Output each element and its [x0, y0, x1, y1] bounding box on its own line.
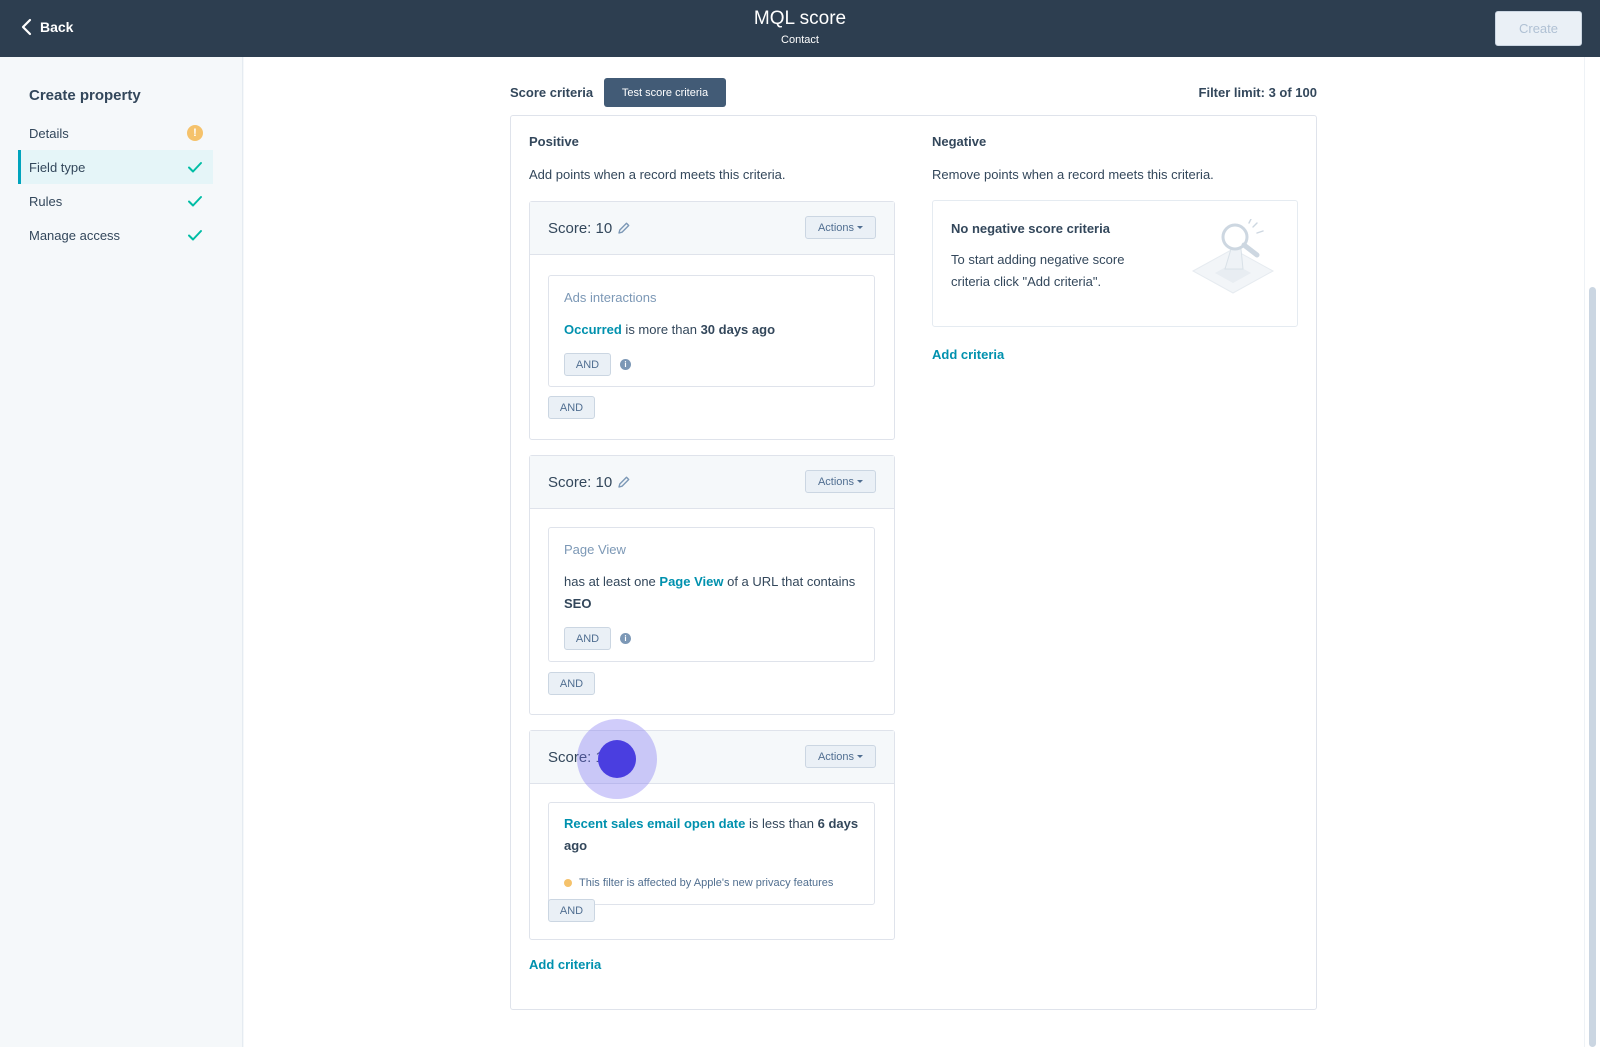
- actions-label: Actions: [817, 750, 855, 763]
- create-button[interactable]: Create: [1495, 11, 1582, 46]
- criteria-link[interactable]: Recent sales email open date: [564, 816, 745, 831]
- filter-limit: Filter limit: 3 of 100: [1198, 85, 1317, 100]
- actions-dropdown[interactable]: Actions: [805, 745, 876, 768]
- actions-dropdown[interactable]: Actions: [805, 216, 876, 239]
- actions-dropdown[interactable]: Actions: [805, 470, 876, 493]
- criteria-value: 30 days ago: [700, 322, 776, 337]
- criteria-box[interactable]: Ads interactions Occurred is more than 3…: [548, 275, 875, 387]
- score-label: Score: 10: [548, 220, 613, 237]
- sidebar-item-label: Manage access: [29, 227, 121, 243]
- negative-add-criteria-link[interactable]: Add criteria: [932, 347, 1004, 362]
- info-icon[interactable]: i: [620, 359, 631, 370]
- sidebar-item-label: Details: [29, 125, 69, 141]
- checkmark-icon: [188, 196, 202, 207]
- and-button[interactable]: AND: [564, 353, 611, 376]
- privacy-note-text: This filter is affected by Apple's new p…: [579, 877, 834, 889]
- privacy-note: This filter is affected by Apple's new p…: [564, 877, 833, 889]
- click-indicator-dot: [598, 740, 636, 778]
- and-button[interactable]: AND: [548, 672, 595, 695]
- caret-down-icon: [857, 480, 864, 483]
- criteria-type: Ads interactions: [564, 290, 657, 305]
- page-title: MQL score: [753, 8, 847, 29]
- score-group: Score: 10 Actions Ads interactions Occur…: [529, 201, 895, 440]
- score-group: Score: 10 Actions Page View has at least…: [529, 455, 895, 715]
- score-label: Score: 10: [548, 474, 613, 491]
- info-icon[interactable]: i: [620, 633, 631, 644]
- warning-icon: !: [187, 125, 203, 141]
- negative-title: Negative: [932, 134, 987, 149]
- pencil-icon[interactable]: [617, 475, 631, 489]
- criteria-value: SEO: [564, 596, 592, 611]
- negative-empty-state: No negative score criteria To start addi…: [932, 200, 1298, 327]
- scrollbar-thumb[interactable]: [1589, 287, 1596, 1047]
- warning-dot-icon: [564, 879, 572, 887]
- positive-description: Add points when a record meets this crit…: [529, 167, 786, 182]
- criteria-prefix: has at least one: [564, 574, 660, 589]
- score-group-header: Score: 10 Actions: [530, 202, 894, 255]
- test-score-criteria-button[interactable]: Test score criteria: [604, 78, 726, 107]
- criteria-operator: is more than: [621, 322, 701, 337]
- pencil-icon[interactable]: [617, 221, 631, 235]
- criteria-box[interactable]: Recent sales email open date is less tha…: [548, 802, 875, 905]
- criteria-text: Recent sales email open date is less tha…: [564, 813, 866, 857]
- actions-label: Actions: [817, 221, 855, 234]
- and-button[interactable]: AND: [564, 627, 611, 650]
- sidebar-item-rules[interactable]: Rules: [18, 184, 213, 218]
- criteria-text: Occurred is more than 30 days ago: [564, 319, 866, 341]
- checkmark-icon: [188, 162, 202, 173]
- criteria-type: Page View: [564, 542, 626, 557]
- top-bar: Back MQL score Contact Create: [0, 0, 1600, 57]
- page-header: MQL score Contact: [0, 8, 1600, 46]
- sidebar-item-field-type[interactable]: Field type: [18, 150, 213, 184]
- and-button[interactable]: AND: [548, 899, 595, 922]
- magnifying-glass-illustration-icon: [1191, 219, 1275, 294]
- caret-down-icon: [857, 226, 864, 229]
- criteria-operator: of a URL that contains: [723, 574, 856, 589]
- actions-label: Actions: [817, 475, 855, 488]
- page-subtitle: Contact: [781, 34, 819, 46]
- sidebar-title: Create property: [29, 87, 141, 104]
- and-button[interactable]: AND: [548, 396, 595, 419]
- score-group-header: Score: 10 Actions: [530, 456, 894, 509]
- negative-description: Remove points when a record meets this c…: [932, 167, 1214, 182]
- empty-state-title: No negative score criteria: [951, 221, 1110, 236]
- positive-add-criteria-link[interactable]: Add criteria: [529, 957, 601, 972]
- sidebar: Create property Details ! Field type Rul…: [0, 57, 243, 1047]
- empty-state-text: To start adding negative score criteria …: [951, 252, 1125, 289]
- criteria-link[interactable]: Page View: [659, 574, 723, 589]
- criteria-text: has at least one Page View of a URL that…: [564, 571, 866, 615]
- sidebar-item-details[interactable]: Details !: [18, 116, 213, 150]
- criteria-operator: is less than: [745, 816, 818, 831]
- criteria-box[interactable]: Page View has at least one Page View of …: [548, 527, 875, 662]
- sidebar-item-manage-access[interactable]: Manage access: [18, 218, 213, 252]
- score-criteria-label: Score criteria: [510, 85, 594, 100]
- checkmark-icon: [188, 230, 202, 241]
- criteria-link[interactable]: Occurred: [564, 322, 622, 337]
- sidebar-item-label: Rules: [29, 193, 63, 209]
- sidebar-item-label: Field type: [29, 159, 86, 175]
- positive-title: Positive: [529, 134, 579, 149]
- caret-down-icon: [857, 755, 864, 758]
